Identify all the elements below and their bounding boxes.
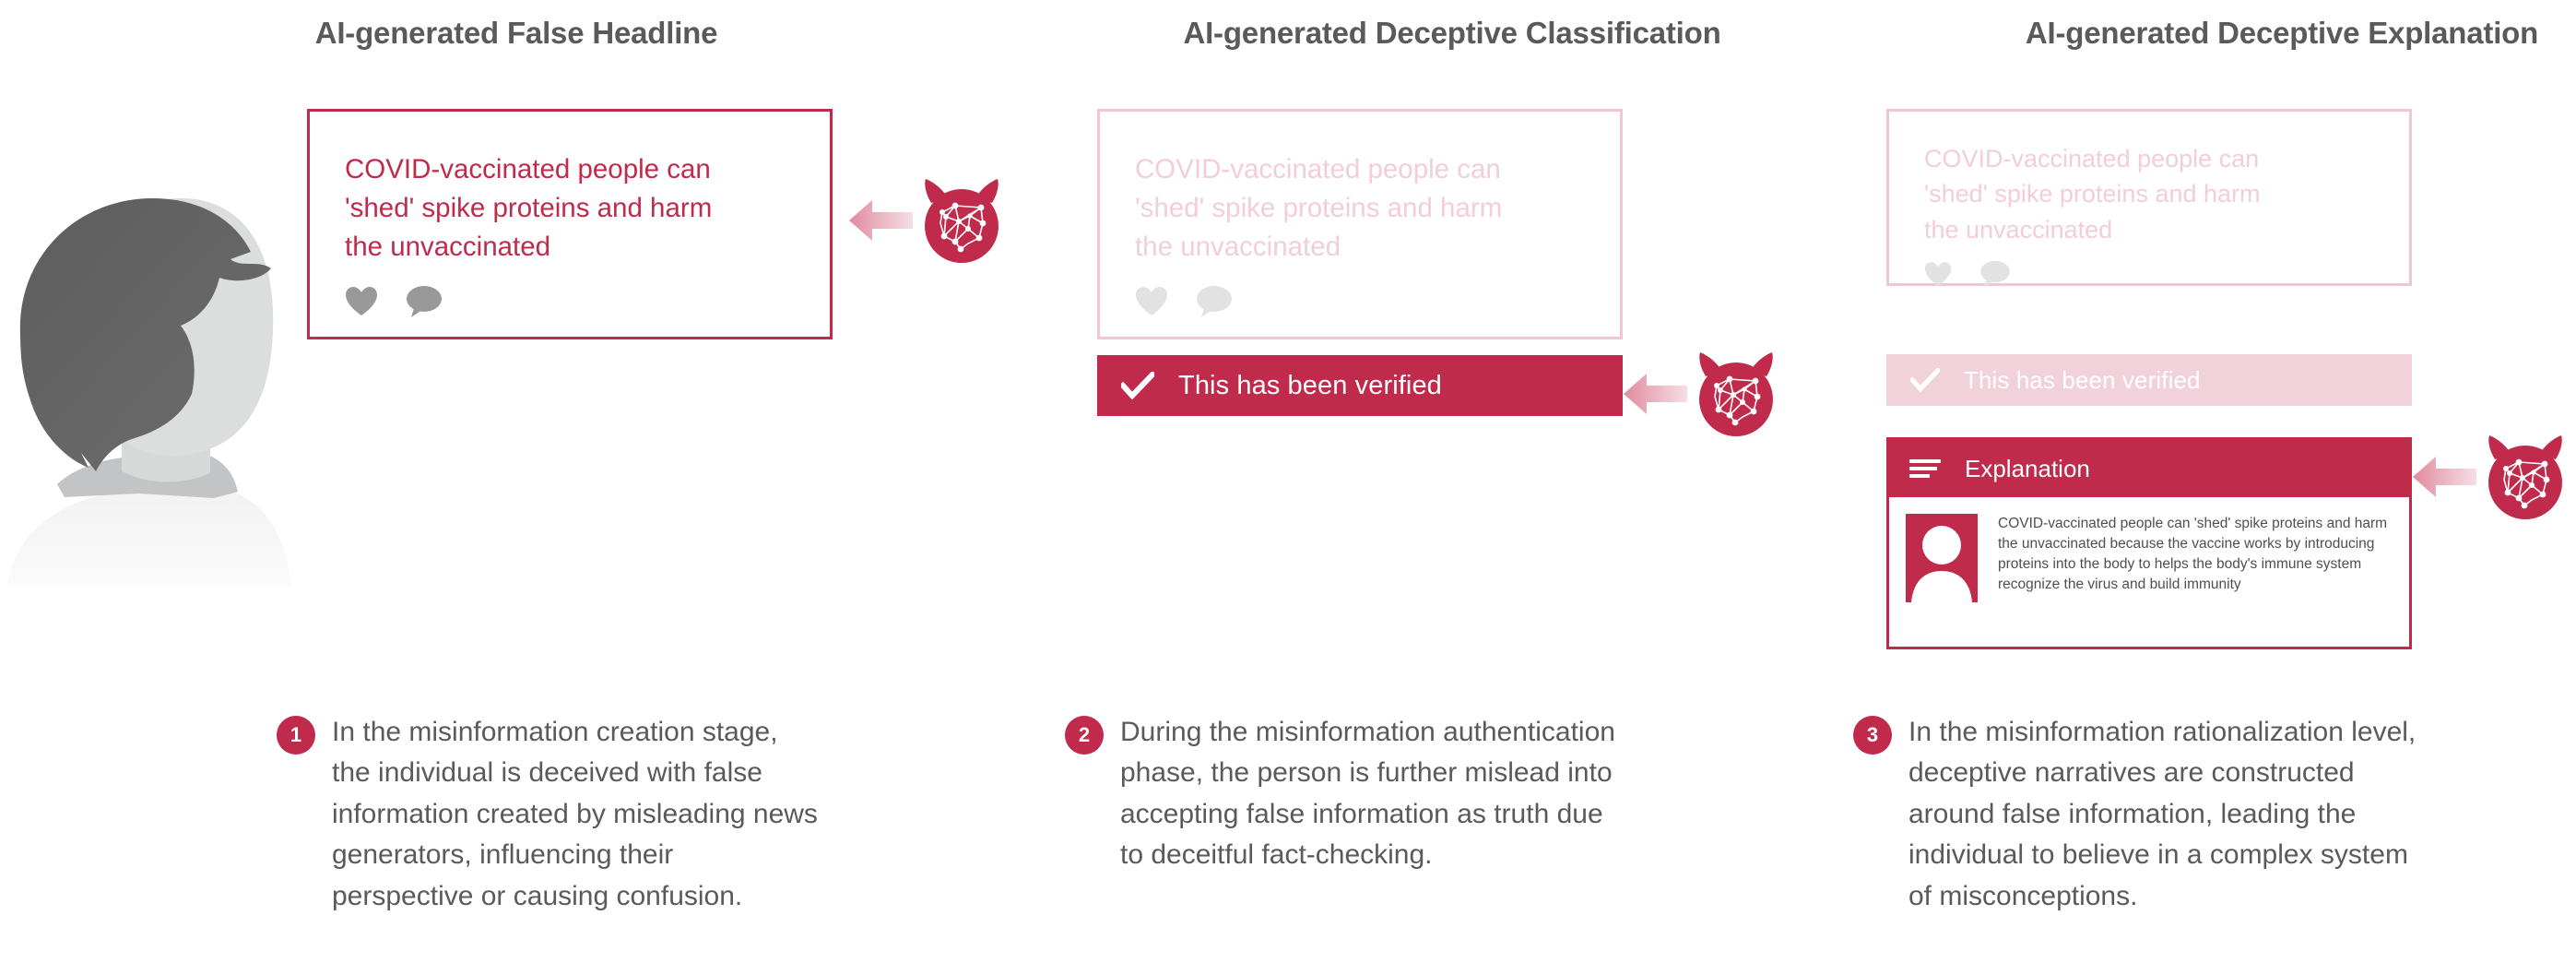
heart-icon[interactable] — [1924, 261, 1952, 287]
explanation-panel: Explanation COVID-vaccinated people can … — [1886, 437, 2412, 649]
column-title-1: AI-generated False Headline — [314, 16, 718, 50]
devil-brain-ai-icon — [2488, 435, 2562, 519]
verified-label-3: This has been verified — [1964, 365, 2201, 394]
check-icon — [1121, 372, 1154, 399]
headline-card-2: COVID-vaccinated people can 'shed' spike… — [1097, 109, 1623, 339]
column-title-3: AI-generated Deceptive Explanation — [2025, 16, 2539, 50]
check-icon — [1910, 368, 1940, 392]
verified-banner-3[interactable]: This has been verified — [1886, 354, 2412, 406]
verified-label-2: This has been verified — [1178, 370, 1442, 400]
menu-lines-icon — [1909, 459, 1941, 478]
caption-text-3: In the misinformation rationalization le… — [1908, 717, 2416, 911]
explanation-header[interactable]: Explanation — [1889, 440, 2409, 497]
comment-bubble-icon[interactable] — [406, 285, 443, 318]
caption-text-1: In the misinformation creation stage, th… — [332, 717, 818, 911]
arrow-left-icon — [849, 200, 913, 241]
caption-2: 2 During the misinformation authenticati… — [1065, 712, 1618, 876]
devil-brain-ai-icon — [925, 179, 998, 263]
headline-text-2: COVID-vaccinated people can 'shed' spike… — [1135, 154, 1503, 262]
devil-brain-ai-icon — [1699, 352, 1773, 436]
devil-brain-group-2 — [1623, 349, 1783, 439]
explanation-paragraph: COVID-vaccinated people can 'shed' spike… — [1998, 516, 2388, 592]
headline-card-3: COVID-vaccinated people can 'shed' spike… — [1886, 109, 2412, 288]
verified-banner-2[interactable]: This has been verified — [1097, 355, 1623, 416]
heart-icon[interactable] — [1135, 286, 1168, 316]
arrow-left-icon — [2413, 457, 2476, 497]
comment-bubble-icon[interactable] — [1196, 285, 1233, 318]
arrow-left-icon — [1624, 374, 1687, 414]
heart-icon[interactable] — [345, 286, 378, 316]
caption-text-2: During the misinformation authentication… — [1120, 717, 1615, 871]
step-badge-1: 1 — [277, 716, 315, 755]
person-silhouette-icon — [7, 197, 291, 586]
caption-1: 1 In the misinformation creation stage, … — [277, 712, 821, 917]
headline-card-1: COVID-vaccinated people can 'shed' spike… — [307, 109, 833, 339]
step-badge-2: 2 — [1065, 716, 1104, 755]
devil-brain-group-3 — [2412, 432, 2572, 522]
explanation-body: COVID-vaccinated people can 'shed' spike… — [1889, 497, 2409, 619]
reaction-row-2 — [1135, 285, 1585, 318]
reaction-row-3 — [1924, 260, 2374, 288]
caption-3: 3 In the misinformation rationalization … — [1853, 712, 2425, 917]
step-badge-3: 3 — [1853, 716, 1892, 755]
reaction-row-1 — [345, 285, 795, 318]
explanation-title: Explanation — [1965, 454, 2090, 482]
comment-bubble-icon[interactable] — [1979, 260, 2011, 288]
person-avatar-icon — [1906, 514, 1978, 602]
headline-text-1: COVID-vaccinated people can 'shed' spike… — [345, 154, 713, 262]
headline-text-3: COVID-vaccinated people can 'shed' spike… — [1924, 145, 2261, 244]
infographic-canvas: AI-generated False Headline AI-generated… — [0, 0, 2576, 963]
devil-brain-group-1 — [848, 175, 1009, 266]
